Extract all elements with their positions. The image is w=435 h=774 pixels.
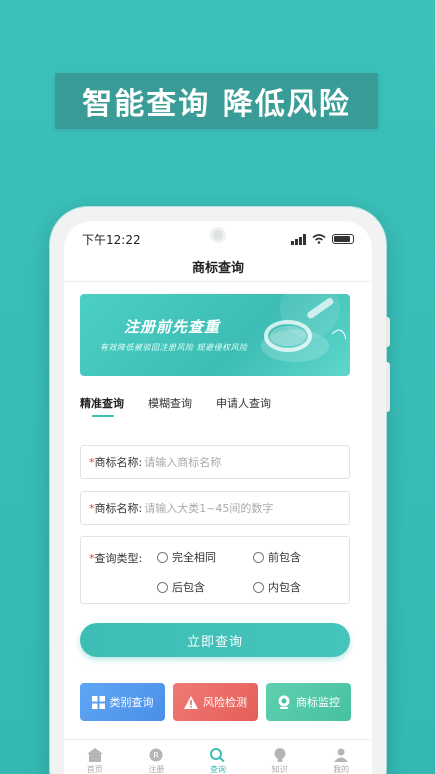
- nav-profile[interactable]: 我的: [333, 748, 349, 774]
- radio-icon: [157, 581, 168, 593]
- registered-icon: R: [149, 748, 163, 762]
- svg-text:R: R: [154, 751, 160, 760]
- phone-side-button: [386, 317, 390, 347]
- grid-icon: [91, 695, 105, 709]
- promo-subtitle: 有效降低被驳回注册风险 规避侵权风险: [100, 343, 248, 352]
- active-tab-indicator: [92, 415, 114, 417]
- home-icon: [86, 748, 103, 762]
- status-bar: 下午12:22: [82, 231, 354, 247]
- signal-icon: [291, 233, 306, 245]
- trademark-class-input[interactable]: [144, 501, 335, 515]
- app-screen: 下午12:22 商标查询 注册前先查重 有效降低被驳回注册风险 规避侵权风险 精…: [64, 221, 372, 774]
- nav-home[interactable]: 首页: [86, 748, 103, 774]
- category-query-button[interactable]: 类别查询: [80, 683, 165, 721]
- nav-register[interactable]: R 注册: [148, 748, 164, 774]
- promo-banner[interactable]: 注册前先查重 有效降低被驳回注册风险 规避侵权风险: [80, 294, 350, 376]
- bottom-navigation: 首页 R 注册 查询 知识 我的: [64, 739, 372, 774]
- trademark-monitor-button[interactable]: 商标监控: [266, 683, 351, 721]
- hero-banner: 智能查询 降低风险: [55, 73, 378, 129]
- radio-suffix[interactable]: 后包含: [157, 579, 253, 595]
- search-now-button[interactable]: 立即查询: [80, 623, 350, 657]
- query-tabs: 精准查询 模糊查询 申请人查询: [80, 395, 271, 417]
- trademark-class-field: * 商标名称:: [80, 491, 350, 525]
- radio-icon: [253, 581, 264, 593]
- monitor-icon: [278, 695, 290, 709]
- tab-applicant[interactable]: 申请人查询: [216, 395, 271, 411]
- battery-icon: [332, 234, 354, 244]
- radio-icon: [253, 551, 264, 563]
- tab-exact[interactable]: 精准查询: [80, 395, 124, 411]
- nav-knowledge[interactable]: 知识: [272, 748, 288, 774]
- trademark-class-label: 商标名称:: [94, 502, 143, 515]
- user-icon: [334, 748, 349, 762]
- query-type-label: 查询类型:: [94, 552, 143, 565]
- wifi-icon: [312, 234, 326, 244]
- trademark-name-input[interactable]: [144, 455, 335, 469]
- status-time: 下午12:22: [82, 232, 141, 247]
- trademark-name-field: * 商标名称:: [80, 445, 350, 479]
- search-icon: [210, 748, 226, 762]
- warning-icon: [184, 695, 198, 709]
- risk-detection-button[interactable]: 风险检测: [173, 683, 258, 721]
- radio-icon: [157, 551, 168, 563]
- bulb-icon: [274, 748, 286, 762]
- nav-query[interactable]: 查询: [210, 748, 226, 774]
- page-title: 商标查询: [191, 261, 244, 276]
- tab-fuzzy[interactable]: 模糊查询: [148, 395, 192, 411]
- radio-exact[interactable]: 完全相同: [157, 549, 253, 565]
- radio-contains[interactable]: 内包含: [253, 579, 343, 595]
- trademark-name-label: 商标名称:: [94, 456, 143, 469]
- phone-side-button: [386, 362, 390, 412]
- phone-frame: 下午12:22 商标查询 注册前先查重 有效降低被驳回注册风险 规避侵权风险 精…: [50, 207, 390, 774]
- radio-prefix[interactable]: 前包含: [253, 549, 343, 565]
- query-type-options: 完全相同 前包含 后包含 内包含: [157, 549, 343, 595]
- divider: [64, 281, 372, 282]
- promo-title: 注册前先查重: [124, 318, 221, 336]
- query-type-field: *查询类型: 完全相同 前包含 后包含 内包含: [80, 536, 350, 604]
